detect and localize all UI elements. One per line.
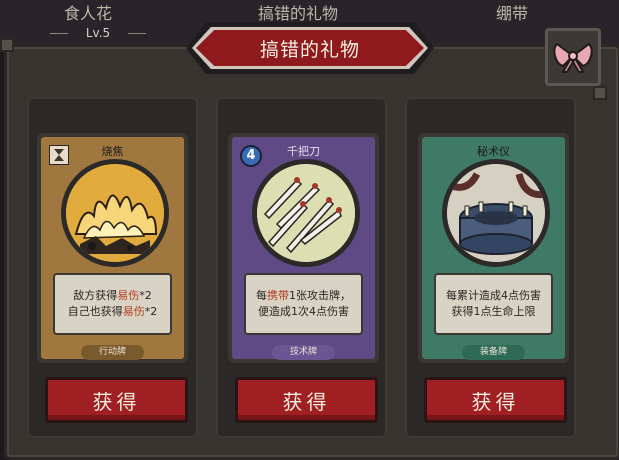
flying-knives-icon	[252, 159, 360, 267]
card-type-badge: 技术牌	[272, 345, 335, 360]
corner-pin-icon	[593, 86, 607, 100]
card-thousand-knives[interactable]: 4 千把刀 每携带1张攻击牌， 便造成1次4点伤害 技术牌	[228, 133, 379, 363]
desc-line-1: 敌方获得易伤*2	[73, 289, 152, 302]
ribbon-bow-icon	[553, 42, 593, 73]
card-secret-ritual[interactable]: 秘术仪 每累计造成4点伤害 获得1点生命上限 装备牌	[418, 133, 569, 363]
obtain-button-label: 获得	[471, 389, 520, 414]
obtain-button-label: 获得	[92, 389, 141, 414]
obtain-button-label: 获得	[282, 389, 331, 414]
card-description: 敌方获得易伤*2 自己也获得易伤*2	[53, 273, 172, 335]
card-description: 每累计造成4点伤害 获得1点生命上限	[434, 273, 553, 335]
title-banner: 搞错的礼物	[186, 22, 434, 74]
card-type-badge: 装备牌	[462, 345, 525, 360]
ritual-altar-icon	[442, 159, 550, 267]
close-button[interactable]	[545, 28, 601, 86]
card-type-badge: 行动牌	[81, 345, 144, 360]
desc-line-2: 获得1点生命上限	[451, 305, 536, 318]
card-name: 千把刀	[287, 145, 320, 158]
tab-left-name[interactable]: 食人花	[64, 0, 112, 23]
corner-pin-icon	[0, 38, 14, 52]
obtain-button-1[interactable]: 获得	[45, 377, 188, 423]
tab-center-name[interactable]: 搞错的礼物	[258, 0, 338, 23]
tab-right-name[interactable]: 绷带	[496, 0, 528, 23]
desc-line-1: 每累计造成4点伤害	[446, 289, 541, 302]
obtain-button-3[interactable]: 获得	[424, 377, 567, 423]
obtain-button-2[interactable]: 获得	[235, 377, 378, 423]
tab-left-level: Lv.5	[48, 26, 148, 42]
card-burnt[interactable]: 烧焦 敌方获得易伤*2 自己也获得易伤*2 行动牌	[37, 133, 188, 363]
desc-line-1: 每携带1张攻击牌，	[256, 289, 351, 302]
card-description: 每携带1张攻击牌， 便造成1次4点伤害	[244, 273, 363, 335]
desc-line-2: 自己也获得易伤*2	[67, 305, 158, 318]
burning-flame-icon	[61, 159, 169, 267]
desc-line-2: 便造成1次4点伤害	[258, 305, 349, 318]
dialog-title: 搞错的礼物	[259, 38, 360, 61]
card-name: 烧焦	[101, 145, 124, 158]
card-name: 秘术仪	[477, 145, 510, 158]
